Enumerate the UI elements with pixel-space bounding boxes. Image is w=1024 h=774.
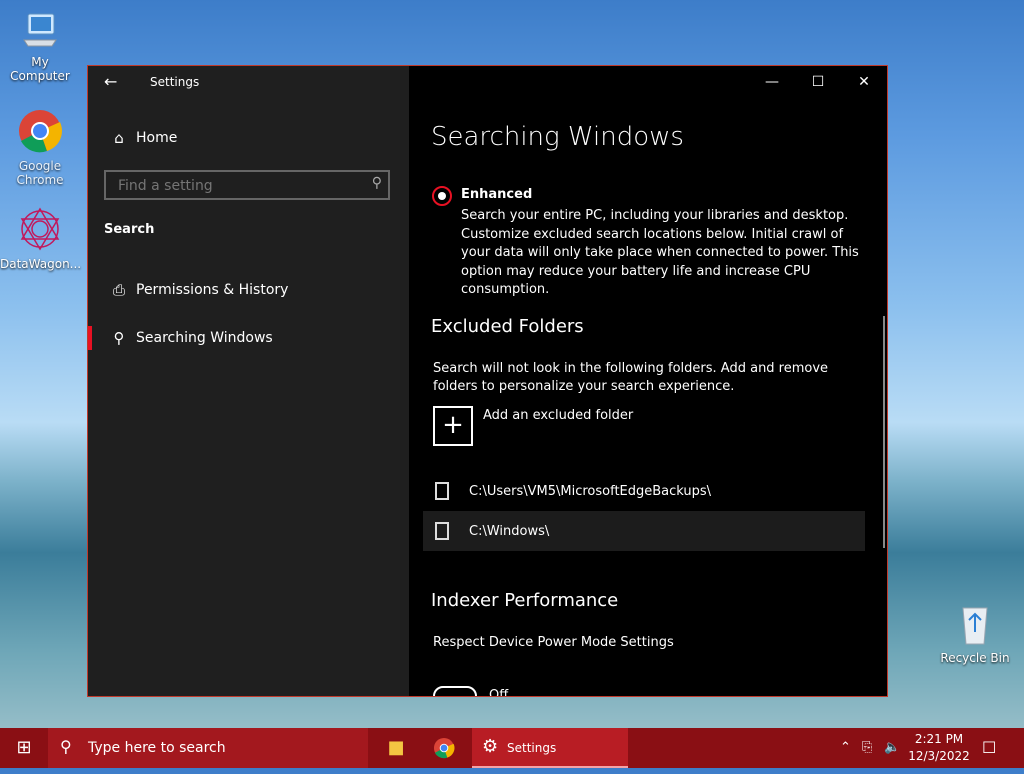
enhanced-title: Enhanced (461, 187, 533, 202)
gear-icon: ⚙ (482, 736, 499, 757)
maximize-icon: ☐ (811, 74, 825, 90)
folder-path: C:\Windows\ (469, 523, 550, 539)
minimize-button[interactable]: — (749, 66, 795, 98)
taskbar-app-label: Settings (507, 741, 557, 755)
taskbar-search-placeholder: Type here to search (88, 740, 226, 756)
folder-icon: ■ (387, 737, 405, 758)
nav-item-label: Searching Windows (136, 330, 273, 346)
chrome-icon (433, 737, 455, 759)
nav-section-label: Search (104, 222, 155, 237)
desktop-icon-my-computer[interactable]: My Computer (0, 10, 80, 83)
taskbar-chrome[interactable] (420, 728, 468, 768)
home-icon: ⌂ (114, 129, 124, 147)
volume-icon[interactable]: 🔈 (884, 728, 900, 768)
power-mode-toggle[interactable] (433, 686, 477, 696)
excluded-folders-heading: Excluded Folders (431, 316, 584, 337)
desktop-icon-datawagon[interactable]: DataWagon... (0, 206, 82, 271)
taskbar-search[interactable]: ⚲ Type here to search (48, 728, 368, 768)
desktop-icon-label: DataWagon... (0, 257, 82, 271)
power-mode-setting-label: Respect Device Power Mode Settings (433, 635, 674, 650)
desktop-icon-label: Google Chrome (16, 159, 64, 187)
close-button[interactable]: ✕ (841, 66, 887, 98)
settings-window: ← Settings ⌂ Home ⚲ Search ⎙ Permissions… (87, 65, 888, 697)
indexer-performance-heading: Indexer Performance (431, 590, 619, 611)
desktop-icon-recycle-bin[interactable]: Recycle Bin (935, 602, 1015, 665)
add-excluded-folder-label[interactable]: Add an excluded folder (483, 408, 633, 423)
clock-date: 12/3/2022 (908, 749, 970, 763)
find-setting-input[interactable] (116, 176, 360, 196)
nav-item-searching-windows[interactable]: ⚲ Searching Windows (88, 318, 409, 358)
plus-icon: + (442, 410, 464, 440)
back-arrow-icon[interactable]: ← (104, 72, 117, 91)
close-icon: ✕ (858, 74, 870, 90)
desktop-icon-label: My Computer (10, 55, 70, 83)
excluded-folders-description: Search will not look in the following fo… (433, 361, 829, 394)
search-icon: ⚲ (60, 737, 72, 756)
folder-path: C:\Users\VM5\MicrosoftEdgeBackups\ (469, 483, 712, 499)
start-button[interactable]: ⊞ (0, 728, 48, 768)
settings-content-pane: — ☐ ✕ Searching Windows Enhanced Search … (409, 66, 887, 696)
window-title: Settings (150, 75, 200, 89)
desktop-icon-chrome[interactable]: Google Chrome (0, 108, 80, 187)
taskbar-clock[interactable]: 2:21 PM 12/3/2022 (900, 731, 978, 765)
notifications-icon[interactable]: ☐ (982, 728, 996, 768)
network-icon[interactable]: ⎘ (862, 728, 872, 768)
nav-item-home[interactable]: ⌂ Home (88, 118, 409, 158)
taskbar-settings[interactable]: ⚙ Settings (472, 728, 628, 768)
search-icon: ⚲ (113, 329, 125, 347)
minimize-icon: — (765, 74, 779, 90)
enhanced-description: Search your entire PC, including your li… (461, 208, 859, 297)
taskbar: ⊞ ⚲ Type here to search ■ ⚙ Settings ⌃ ⎘… (0, 728, 1024, 768)
taskbar-file-explorer[interactable]: ■ (372, 728, 420, 768)
search-icon[interactable]: ⚲ (372, 175, 382, 191)
page-title: Searching Windows (431, 122, 684, 152)
find-setting-box: ⚲ (104, 170, 390, 200)
toggle-state-label: Off (489, 688, 509, 696)
clock-time: 2:21 PM (914, 732, 964, 746)
desktop-icon-label: Recycle Bin (940, 651, 1010, 665)
maximize-button[interactable]: ☐ (795, 66, 841, 98)
folder-icon (435, 522, 449, 540)
computer-icon (0, 10, 80, 53)
settings-nav-pane: ← Settings ⌂ Home ⚲ Search ⎙ Permissions… (88, 66, 409, 696)
excluded-folder-row[interactable]: C:\Users\VM5\MicrosoftEdgeBackups\ (423, 471, 865, 511)
show-hidden-icons-chevron-icon[interactable]: ⌃ (840, 728, 851, 768)
nav-item-label: Permissions & History (136, 282, 289, 298)
nav-item-label: Home (136, 130, 178, 146)
chrome-icon (0, 108, 80, 157)
enhanced-radio[interactable] (432, 186, 452, 206)
add-excluded-folder-button[interactable]: + (433, 406, 473, 446)
permissions-icon: ⎙ (112, 281, 125, 299)
excluded-folder-row[interactable]: C:\Windows\ (423, 511, 865, 551)
folder-icon (435, 482, 449, 500)
datawagon-icon (0, 206, 80, 255)
recycle-bin-icon (935, 602, 1015, 649)
windows-logo-icon: ⊞ (16, 737, 32, 758)
nav-item-permissions-history[interactable]: ⎙ Permissions & History (88, 270, 409, 310)
content-scrollbar[interactable] (883, 316, 885, 548)
